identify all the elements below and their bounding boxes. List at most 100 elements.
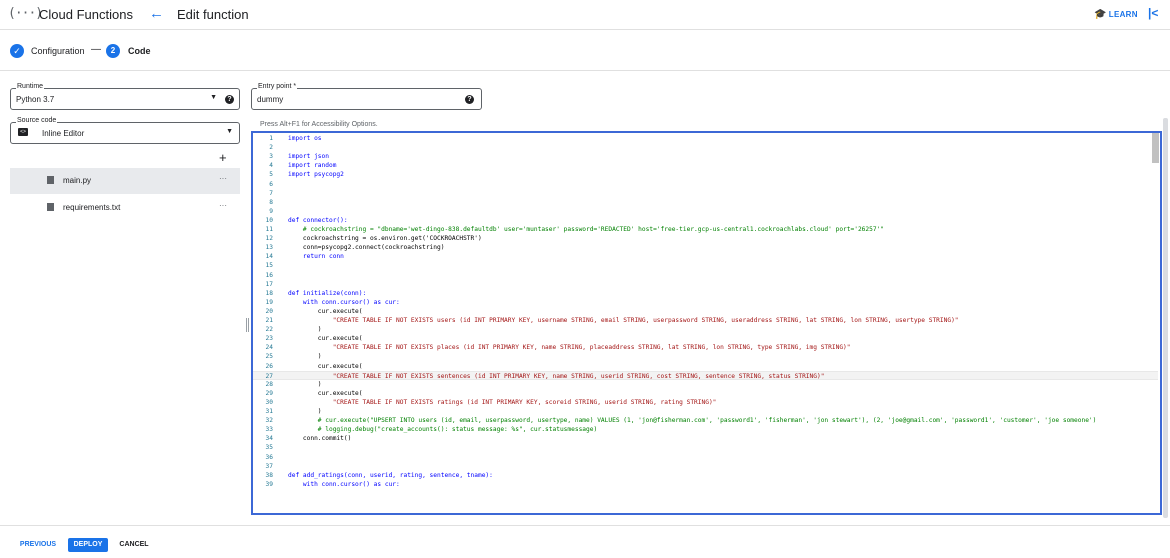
code-text: conn=psycopg2.connect(cockroachstring): [288, 244, 445, 252]
line-number: 15: [265, 262, 273, 270]
code-line[interactable]: 36: [253, 453, 1158, 462]
source-code-value: Inline Editor: [42, 129, 85, 138]
code-line[interactable]: 4 import random: [253, 161, 1158, 170]
code-text: cockroachstring = os.environ.get('COCKRO…: [288, 235, 482, 243]
line-number: 35: [265, 444, 273, 452]
code-line[interactable]: 23 cur.execute(: [253, 334, 1158, 343]
code-text: ): [288, 408, 322, 415]
code-text: # cockroachstring = "dbname='wet-dingo-8…: [288, 226, 885, 233]
code-line[interactable]: 3 import json: [253, 152, 1158, 161]
arrow-back-icon[interactable]: ←: [149, 5, 164, 22]
editor-scrollbar[interactable]: [1152, 133, 1159, 163]
check-icon: ✓: [10, 44, 24, 58]
code-line[interactable]: 27 "CREATE TABLE IF NOT EXISTS sentences…: [253, 370, 1158, 380]
line-number: 2: [269, 144, 273, 152]
code-line[interactable]: 38 def add_ratings(conn, userid, rating, …: [253, 471, 1158, 480]
code-line[interactable]: 39 with conn.cursor() as cur:: [253, 480, 1158, 489]
previous-button[interactable]: PREVIOUS: [14, 538, 62, 552]
code-text: "CREATE TABLE IF NOT EXISTS places (id I…: [288, 344, 851, 352]
app-title: Cloud Functions: [39, 7, 133, 22]
code-line[interactable]: 13 conn=psycopg2.connect(cockroachstring…: [253, 243, 1158, 252]
code-line[interactable]: 21 "CREATE TABLE IF NOT EXISTS users (id…: [253, 316, 1158, 325]
code-line[interactable]: 12 cockroachstring = os.environ.get('COC…: [253, 234, 1158, 243]
runtime-label: Runtime: [16, 83, 45, 90]
file-icon: [47, 176, 54, 184]
file-item-main-py[interactable]: main.py ···: [10, 168, 240, 194]
collapse-panel-icon[interactable]: |<: [1148, 6, 1158, 20]
line-number: 25: [265, 353, 273, 361]
more-options-icon[interactable]: ···: [219, 174, 227, 183]
help-icon[interactable]: ?: [225, 95, 234, 104]
code-line[interactable]: 25 ): [253, 352, 1158, 361]
code-line[interactable]: 29 cur.execute(: [253, 389, 1158, 398]
code-line[interactable]: 24 "CREATE TABLE IF NOT EXISTS places (i…: [253, 343, 1158, 352]
code-line[interactable]: 30 "CREATE TABLE IF NOT EXISTS ratings (…: [253, 398, 1158, 407]
step-number-badge: 2: [106, 44, 120, 58]
learn-button[interactable]: 🎓 LEARN: [1094, 9, 1138, 20]
line-number: 3: [269, 153, 273, 161]
code-line[interactable]: 14 return conn: [253, 252, 1158, 261]
step-separator: —: [91, 44, 101, 55]
source-code-select[interactable]: Source code <> Inline Editor ▼: [10, 117, 240, 144]
code-text: with conn.cursor() as cur:: [288, 298, 400, 306]
code-line[interactable]: 20 cur.execute(: [253, 307, 1158, 316]
code-text: # cur.execute("UPSERT INTO users (id, em…: [288, 417, 1097, 425]
line-number: 6: [269, 180, 273, 188]
file-item-requirements-txt[interactable]: requirements.txt ···: [10, 195, 240, 221]
code-text: ): [288, 353, 322, 361]
deploy-button[interactable]: DEPLOY: [68, 538, 108, 552]
cancel-button[interactable]: CANCEL: [114, 538, 154, 552]
source-code-label: Source code: [16, 117, 58, 124]
code-line[interactable]: 35: [253, 443, 1158, 452]
code-text: return conn: [288, 253, 344, 261]
code-line[interactable]: 34 conn.commit(): [253, 434, 1158, 443]
line-number: 19: [265, 298, 273, 306]
code-text: def connector():: [288, 216, 348, 224]
entry-point-value[interactable]: dummy: [257, 95, 283, 104]
help-icon[interactable]: ?: [465, 95, 474, 104]
code-line[interactable]: 2: [253, 143, 1158, 152]
code-line[interactable]: 7: [253, 189, 1158, 198]
code-line[interactable]: 22 ): [253, 325, 1158, 334]
top-bar: (···) Cloud Functions ← Edit function 🎓 L…: [0, 0, 1170, 30]
more-options-icon[interactable]: ···: [219, 201, 227, 210]
code-line[interactable]: 17: [253, 280, 1158, 289]
code-line[interactable]: 18 def initialize(conn):: [253, 289, 1158, 298]
code-line[interactable]: 5 import psycopg2: [253, 170, 1158, 179]
stepper: ✓ Configuration — 2 Code: [0, 31, 1170, 71]
code-line[interactable]: 28 ): [253, 380, 1158, 389]
code-line[interactable]: 11 # cockroachstring = "dbname='wet-ding…: [253, 225, 1158, 234]
code-line[interactable]: 37: [253, 462, 1158, 471]
line-number: 7: [269, 189, 273, 197]
code-line[interactable]: 19 with conn.cursor() as cur:: [253, 298, 1158, 307]
code-editor[interactable]: 1 import os 2 3 import json 4 import random 5 im…: [251, 131, 1162, 515]
line-number: 10: [265, 216, 273, 224]
accessibility-hint: Press Alt+F1 for Accessibility Options.: [260, 121, 378, 128]
page-scrollbar[interactable]: [1163, 118, 1168, 518]
code-line[interactable]: 16: [253, 271, 1158, 280]
add-file-button[interactable]: +: [219, 150, 227, 165]
code-line[interactable]: 1 import os: [253, 134, 1158, 143]
code-line[interactable]: 31 ): [253, 407, 1158, 416]
code-line[interactable]: 9: [253, 207, 1158, 216]
line-number: 14: [265, 253, 273, 261]
step-code[interactable]: Code: [128, 46, 151, 56]
code-line[interactable]: 26 cur.execute(: [253, 362, 1158, 371]
code-line[interactable]: 8: [253, 198, 1158, 207]
step-configuration[interactable]: Configuration: [31, 46, 85, 56]
line-number: 1: [269, 135, 273, 142]
runtime-select[interactable]: Runtime Python 3.7 ▼ ?: [10, 83, 240, 110]
panel-resize-handle[interactable]: [246, 318, 249, 332]
code-text: import json: [288, 153, 329, 161]
code-text: "CREATE TABLE IF NOT EXISTS ratings (id …: [288, 398, 717, 406]
line-number: 28: [265, 380, 273, 388]
code-line[interactable]: 10 def connector():: [253, 216, 1158, 225]
code-line[interactable]: 15: [253, 261, 1158, 270]
code-text: # logging.debug("create_accounts(): stat…: [288, 426, 598, 434]
code-line[interactable]: 33 # logging.debug("create_accounts(): s…: [253, 425, 1158, 434]
line-number: 37: [265, 462, 273, 470]
code-line[interactable]: 32 # cur.execute("UPSERT INTO users (id,…: [253, 416, 1158, 425]
code-line[interactable]: 6: [253, 180, 1158, 189]
line-number: 38: [265, 471, 273, 479]
entry-point-field[interactable]: Entry point * dummy ?: [251, 83, 482, 110]
